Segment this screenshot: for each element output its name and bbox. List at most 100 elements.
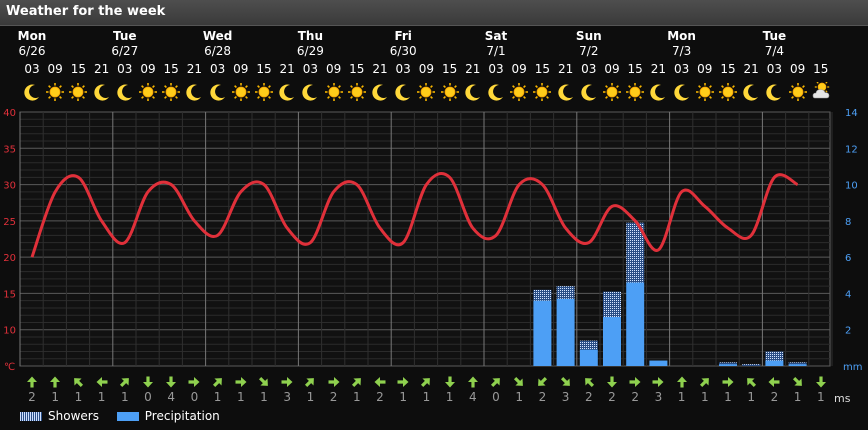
wind-indicator: 1 [70,376,86,404]
legend-precipitation-label: Precipitation [144,409,220,423]
hour-label: 21 [743,62,759,76]
moon-icon [277,82,297,102]
wind-arrow-icon [444,376,455,388]
day-name: Thu [297,29,324,43]
wind-indicator: 3 [279,376,295,404]
day-date: 7/1 [486,44,506,58]
wind-indicator: 1 [697,376,713,404]
sun-icon [695,82,715,102]
moon-icon [648,82,668,102]
day-date: 7/2 [579,44,599,58]
sun-icon [347,82,367,102]
wind-indicator: 2 [534,376,550,404]
showers-bar [742,364,761,366]
hour-label: 21 [465,62,481,76]
wind-indicator: 3 [650,376,666,404]
wind-indicator: 1 [256,376,272,404]
showers-bar [533,289,552,301]
wind-indicator: 1 [395,376,411,404]
day-date: 7/4 [764,44,785,58]
wind-speed: 1 [399,390,407,404]
wind-speed: 0 [492,390,500,404]
hour-label: 03 [673,62,690,76]
wind-arrow-icon [119,378,129,388]
hour-label: 15 [70,62,87,76]
wind-arrow-icon [584,378,594,388]
wind-speed: 1 [793,390,802,404]
wind-arrow-icon [467,376,478,388]
day-name: Fri [394,29,412,43]
hour-label: 03 [395,62,411,76]
wind-indicator: 3 [558,376,574,404]
precipitation-tick-label: 6 [845,253,851,264]
hour-label: 21 [279,62,295,76]
showers-swatch [20,412,42,421]
wind-arrow-icon [421,378,431,388]
wind-arrow-icon [815,376,826,388]
hour-label: 03 [581,62,597,76]
moon-icon [741,82,761,102]
wind-arrow-icon [676,376,687,388]
temperature-tick-label: 15 [3,289,16,300]
showers-bar [719,362,737,365]
temperature-tick-label: 20 [3,253,16,264]
wind-indicator: 1 [47,376,63,404]
hour-label: 21 [372,62,388,76]
wind-speed: 1 [747,390,755,404]
wind-speed: 1 [213,390,222,404]
precipitation-tick-label: 2 [845,326,851,337]
wind-indicator: 2 [766,376,782,404]
moon-icon [22,82,42,102]
temperature-tick-label: 25 [3,217,16,228]
wind-indicator: 4 [465,376,481,404]
moon-icon [463,82,483,102]
precipitation-bar [649,360,668,366]
wind-arrow-icon [722,377,734,387]
chart-legend: Showers Precipitation [20,409,234,423]
wind-speed: 3 [283,390,291,404]
wind-arrow-icon [166,376,177,388]
wind-speed: 1 [816,390,825,404]
precipitation-unit: mm [843,362,862,373]
sun-icon [161,82,181,102]
day-header: Wed 6/28 [188,29,248,59]
precipitation-bar [603,317,621,366]
temperature-unit: ℃ [4,362,15,373]
title-bar: Weather for the week [0,0,868,26]
wind-arrow-icon [374,377,386,387]
wind-speed: 4 [468,390,477,404]
wind-speed: 3 [654,390,663,404]
moon-icon [393,82,413,102]
wind-arrow-icon [490,378,500,388]
wind-speed: 2 [584,390,593,404]
day-name: Tue [113,29,137,43]
hour-label: 21 [93,62,110,76]
hour-label: 15 [256,62,272,76]
precipitation-bar [556,298,575,366]
hour-label: 15 [720,62,736,76]
sun-icon [138,82,158,102]
wind-speed: 1 [260,390,268,404]
hour-label: 09 [325,62,342,76]
day-header: Thu 6/29 [280,29,340,59]
precipitation-swatch [116,412,139,421]
temperature-tick-label: 40 [3,108,16,119]
precipitation-tick-label: 14 [845,108,858,119]
precipitation-bar [765,360,784,366]
wind-arrow-icon [351,378,361,388]
hour-label: 03 [209,62,226,76]
temperature-tick-label: 30 [3,181,16,192]
sun-icon [509,82,529,102]
wind-indicator: 0 [488,376,504,404]
wind-speed: 1 [51,390,59,404]
precipitation-bar [533,300,552,366]
sun-icon [602,82,622,102]
wind-arrow-icon [258,376,268,386]
moon-icon [184,82,204,102]
showers-bar [579,340,598,350]
precipitation-axis: 14 12 10 8 6 4 2 mm [843,108,862,373]
moon-icon [92,82,112,102]
wind-speed: 4 [167,390,175,404]
wind-arrow-icon [328,377,340,387]
wind-speed: 2 [28,390,36,404]
